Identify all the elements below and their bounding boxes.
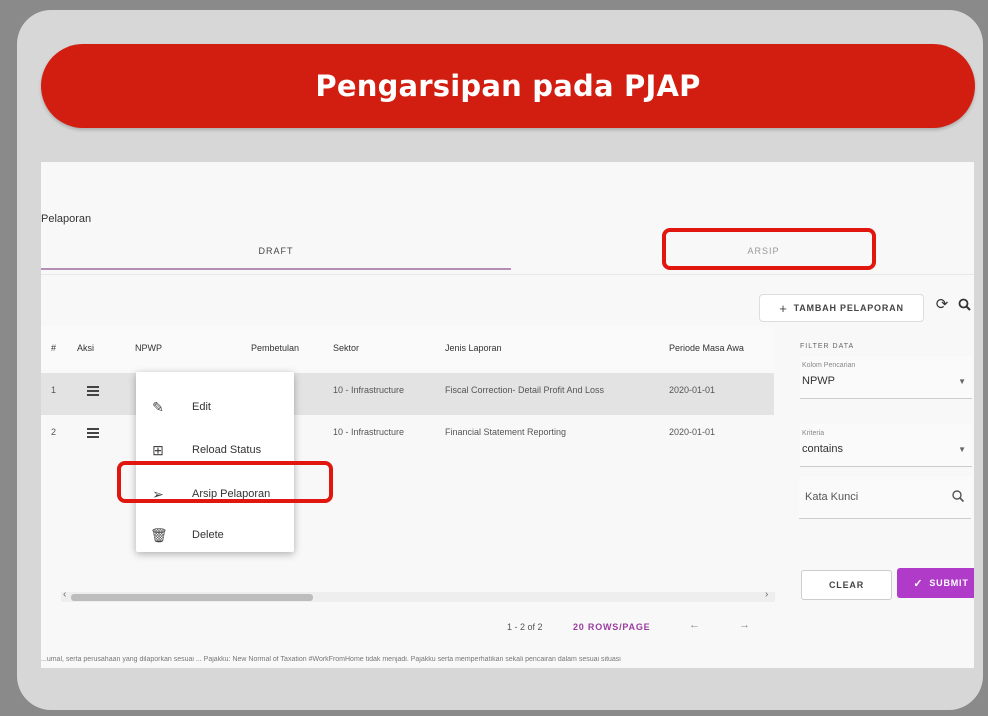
menu-icon[interactable] — [87, 428, 99, 440]
field-label: Kolom Pencarian — [802, 362, 856, 369]
search-column-select[interactable]: Kolom Pencarian NPWP ▼ — [800, 356, 972, 399]
table-header: # Aksi NPWP Pembetulan Sektor Jenis Lapo… — [41, 326, 774, 370]
scroll-right-icon[interactable]: › — [765, 589, 768, 600]
pencil-icon: ✎ — [152, 398, 164, 415]
tab-draft[interactable]: DRAFT — [41, 246, 511, 256]
col-npwp: NPWP — [135, 343, 162, 353]
col-aksi: Aksi — [77, 343, 95, 353]
next-page-icon[interactable]: → — [739, 619, 750, 631]
col-sektor: Sektor — [333, 343, 360, 353]
menu-item-label: Delete — [192, 529, 224, 541]
title-banner: Pengarsipan pada PJAP — [41, 44, 975, 128]
keyword-input[interactable]: Kata Kunci — [799, 476, 971, 519]
row-periode: 2020-01-01 — [669, 427, 716, 437]
criteria-select[interactable]: Kriteria contains ▼ — [800, 424, 972, 467]
trash-icon: 🗑 — [150, 526, 168, 543]
row-jenis-laporan: Fiscal Correction- Detail Profit And Los… — [445, 385, 605, 395]
col-no: # — [51, 343, 57, 353]
field-value: contains — [802, 443, 843, 455]
col-jenis-laporan: Jenis Laporan — [445, 343, 502, 353]
highlight-arsip-tab — [662, 228, 876, 270]
col-periode: Periode Masa Awa — [669, 343, 744, 353]
prev-page-icon[interactable]: ← — [689, 619, 700, 631]
row-number: 1 — [51, 385, 57, 395]
chevron-down-icon: ▼ — [958, 445, 966, 454]
clear-button[interactable]: CLEAR — [801, 570, 892, 600]
field-label: Kriteria — [802, 430, 825, 437]
rows-per-page-select[interactable]: 20 ROWS/PAGE — [573, 622, 650, 632]
app-screenshot: Pelaporan DRAFT ARSIP + TAMBAH PELAPORAN… — [41, 162, 974, 668]
plus-icon: + — [779, 300, 788, 316]
scroll-left-icon[interactable]: ‹ — [63, 589, 66, 600]
submit-button[interactable]: ✓ SUBMIT — [897, 568, 974, 598]
menu-item-label: Reload Status — [192, 444, 262, 456]
add-report-label: TAMBAH PELAPORAN — [793, 303, 904, 313]
row-sektor: 10 - Infrastructure — [333, 427, 405, 437]
highlight-arsip-pelaporan — [117, 461, 333, 503]
pagination-range: 1 - 2 of 2 — [507, 622, 543, 632]
check-icon: ✓ — [913, 577, 924, 590]
news-ticker: ...umal, serta perusahaan yang dilaporka… — [41, 656, 621, 663]
reload-icon: ⊞ — [152, 441, 164, 458]
filter-title: FILTER DATA — [800, 343, 855, 350]
menu-item-edit[interactable]: ✎ Edit — [136, 387, 294, 427]
submit-label: SUBMIT — [929, 578, 969, 588]
add-report-button[interactable]: + TAMBAH PELAPORAN — [759, 294, 924, 322]
col-pembetulan: Pembetulan — [251, 343, 300, 353]
menu-icon[interactable] — [87, 386, 99, 398]
row-periode: 2020-01-01 — [669, 385, 716, 395]
row-sektor: 10 - Infrastructure — [333, 385, 405, 395]
row-number: 2 — [51, 427, 57, 437]
banner-title: Pengarsipan pada PJAP — [315, 69, 701, 103]
slide-card: Pengarsipan pada PJAP Pelaporan DRAFT AR… — [17, 10, 983, 710]
chevron-down-icon: ▼ — [958, 377, 966, 386]
active-tab-indicator — [41, 268, 511, 270]
search-icon[interactable] — [951, 489, 965, 503]
scrollbar-thumb[interactable] — [71, 594, 313, 601]
refresh-icon[interactable]: ⟳ — [933, 296, 951, 314]
page-title: Pelaporan — [41, 213, 92, 225]
field-value: NPWP — [802, 375, 835, 387]
menu-item-delete[interactable]: 🗑 Delete — [136, 515, 294, 555]
keyword-placeholder: Kata Kunci — [805, 491, 859, 503]
search-icon[interactable] — [956, 296, 974, 314]
row-jenis-laporan: Financial Statement Reporting — [445, 427, 567, 437]
menu-item-label: Edit — [192, 401, 211, 413]
